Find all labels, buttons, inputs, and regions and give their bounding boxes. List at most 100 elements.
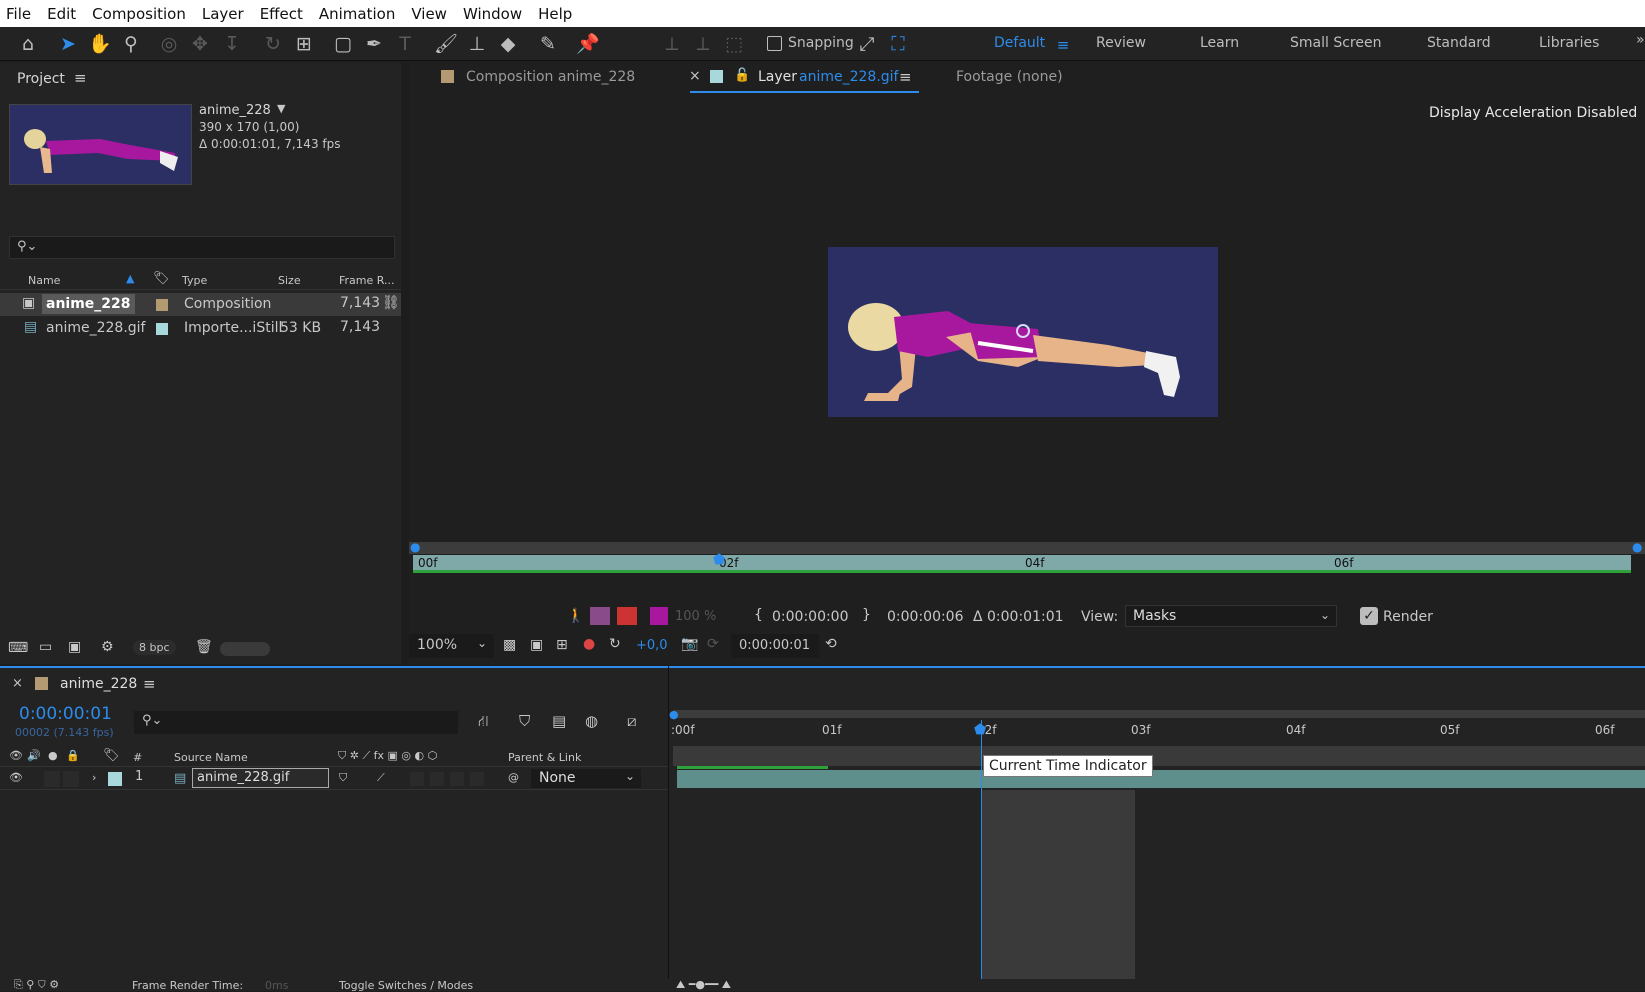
menu-view[interactable]: View xyxy=(411,5,447,23)
comp-flowchart-icon[interactable]: ⛙ xyxy=(478,712,489,732)
workspace-small-screen[interactable]: Small Screen xyxy=(1290,35,1381,51)
channels-icon[interactable]: ● xyxy=(583,636,595,652)
adjust-settings-icon[interactable]: ⚙ xyxy=(101,639,114,655)
menu-help[interactable]: Help xyxy=(538,5,572,23)
graph-editor-icon[interactable]: ⧄ xyxy=(627,712,637,730)
label-tag-icon[interactable]: 🏷 xyxy=(103,748,120,763)
render-mode-icon[interactable] xyxy=(617,607,637,625)
project-search-input[interactable]: ⚲⌄ xyxy=(9,236,395,259)
layer-preview-image[interactable] xyxy=(828,247,1218,417)
motion-blur-switch[interactable] xyxy=(450,772,464,786)
toggle-switches-modes-button[interactable]: Toggle Switches / Modes xyxy=(339,979,473,992)
timeline-search-input[interactable]: ⚲⌄ xyxy=(134,711,458,734)
row-name[interactable]: anime_228.gif xyxy=(46,320,145,336)
solo-toggle-icon[interactable]: ● xyxy=(48,749,58,762)
timeline-timecode[interactable]: 0:00:00:01 xyxy=(19,704,112,724)
zoom-out-mountain-icon[interactable]: ⛰ ━●━━ ⛰ xyxy=(676,978,731,992)
work-area-start-handle[interactable]: ● xyxy=(410,540,420,554)
tab-footage[interactable]: Footage (none) xyxy=(956,69,1063,85)
view-select[interactable]: Masks ⌄ xyxy=(1125,605,1337,627)
roto-brush-tool-icon[interactable]: ✎ xyxy=(536,32,560,56)
mask-color-swatch[interactable] xyxy=(650,607,668,625)
sort-ascending-icon[interactable]: ▲ xyxy=(126,272,134,285)
onion-skin-walk-icon[interactable]: 🚶 xyxy=(567,608,584,624)
shy-switch-icon[interactable]: ⛉ xyxy=(339,771,347,785)
work-area-end-handle[interactable]: ● xyxy=(1632,540,1642,554)
guides-icon[interactable]: ⊞ xyxy=(556,637,568,653)
column-name[interactable]: Name xyxy=(28,274,60,287)
rotation-tool-icon[interactable]: ↻ xyxy=(261,32,285,56)
menu-edit[interactable]: Edit xyxy=(47,5,76,23)
column-parent-link[interactable]: Parent & Link xyxy=(508,751,581,764)
layer-panel-menu-icon[interactable]: ≡ xyxy=(899,68,912,86)
expand-layer-icon[interactable]: › xyxy=(92,771,96,784)
project-row-footage[interactable]: ▤ anime_228.gif Importe...iStill 53 KB 7… xyxy=(0,317,401,340)
timeline-comp-tab[interactable]: anime_228 xyxy=(60,676,137,692)
project-row-composition[interactable]: ▣ anime_228 Composition 7,143 ⛓ xyxy=(0,293,401,316)
work-area-bar[interactable] xyxy=(409,542,1645,554)
snapshot-camera-icon[interactable]: 📷 xyxy=(681,636,698,652)
column-frame-rate[interactable]: Frame R... xyxy=(339,274,395,287)
clone-stamp-tool-icon[interactable]: ⊥ xyxy=(465,32,489,56)
workspace-overflow-icon[interactable]: » xyxy=(1636,32,1645,48)
label-color-swatch[interactable] xyxy=(156,299,168,311)
layer-visibility-icon[interactable]: 👁 xyxy=(9,771,23,784)
pick-whip-icon[interactable]: @ xyxy=(508,771,519,784)
preview-options-icon[interactable]: ⟲ xyxy=(825,636,837,652)
thumbnail-slider[interactable] xyxy=(220,642,270,656)
menu-animation[interactable]: Animation xyxy=(319,5,395,23)
workspace-default[interactable]: Default xyxy=(994,35,1045,51)
mask-mode-icon[interactable] xyxy=(590,607,610,625)
rectangle-tool-icon[interactable]: ▢ xyxy=(331,32,355,56)
timeline-menu-icon[interactable]: ≡ xyxy=(143,675,156,693)
anchor-point-tool-icon[interactable]: ⊞ xyxy=(292,32,316,56)
video-toggle-icon[interactable]: 👁 xyxy=(9,749,23,762)
current-time-field[interactable]: 0:00:00:01 xyxy=(731,634,819,658)
type-tool-icon[interactable]: T xyxy=(393,32,417,56)
snap-edges-icon[interactable]: ⤢ xyxy=(855,32,879,56)
menu-composition[interactable]: Composition xyxy=(92,5,186,23)
frame-blend-switch[interactable] xyxy=(430,772,444,786)
pen-tool-icon[interactable]: ✒ xyxy=(362,32,386,56)
interpret-footage-icon[interactable]: ⌨ xyxy=(8,640,28,656)
workspace-libraries[interactable]: Libraries xyxy=(1539,35,1599,51)
label-color-swatch[interactable] xyxy=(156,323,168,335)
workspace-review[interactable]: Review xyxy=(1096,35,1146,51)
trash-icon[interactable]: 🗑 xyxy=(195,639,213,655)
eraser-tool-icon[interactable]: ◆ xyxy=(496,32,520,56)
selection-tool-icon[interactable]: ➤ xyxy=(56,32,80,56)
snapping-checkbox[interactable] xyxy=(767,36,782,51)
layer-switches-toggle-icon[interactable]: ⎘ ⚲ ⛉ ⚙ xyxy=(14,978,59,992)
dolly-camera-icon[interactable]: ↧ xyxy=(220,32,244,56)
tab-layer-prefix[interactable]: Layer xyxy=(758,69,797,85)
reset-exposure-icon[interactable]: ↻ xyxy=(609,636,621,652)
layer-solo-toggle[interactable] xyxy=(44,771,60,787)
project-item-dropdown-icon[interactable]: ▼ xyxy=(277,102,285,115)
puppet-pin-tool-icon[interactable]: 📌 xyxy=(576,32,600,56)
viewer-time-indicator-icon[interactable]: ⬟ xyxy=(713,552,725,568)
new-folder-icon[interactable]: ▭ xyxy=(39,639,52,655)
axis-view-icon[interactable]: ⬚ xyxy=(722,32,746,56)
menu-window[interactable]: Window xyxy=(463,5,522,23)
brush-tool-icon[interactable]: 🖌 xyxy=(434,32,458,56)
motion-blur-icon[interactable]: ◍ xyxy=(585,712,598,730)
project-menu-icon[interactable]: ≡ xyxy=(74,69,87,87)
timeline-work-area-start[interactable]: ● xyxy=(669,708,679,721)
column-type[interactable]: Type xyxy=(182,274,207,287)
zoom-tool-icon[interactable]: ⚲ xyxy=(119,32,143,56)
draft-3d-icon[interactable]: ⛉ xyxy=(519,712,530,730)
exposure-value[interactable]: +0,0 xyxy=(636,638,668,653)
axis-local-icon[interactable]: ⟂ xyxy=(660,32,684,56)
lock-icon[interactable]: 🔓 xyxy=(734,68,750,83)
render-checkbox[interactable]: ✓ xyxy=(1360,607,1378,625)
layer-duration-bar[interactable] xyxy=(413,555,1631,571)
current-time-indicator-handle[interactable]: ⬟ xyxy=(974,722,986,738)
new-composition-icon[interactable]: ▣ xyxy=(68,639,81,655)
menu-file[interactable]: File xyxy=(6,5,31,23)
show-snapshot-icon[interactable]: ⟳ xyxy=(707,636,719,652)
menu-layer[interactable]: Layer xyxy=(202,5,244,23)
layer-row[interactable]: 👁 › 1 ▤ anime_228.gif ⛉ ⟋ @ None ⌄ xyxy=(0,768,668,790)
axis-world-icon[interactable]: ⟂ xyxy=(691,32,715,56)
column-source-name[interactable]: Source Name xyxy=(174,751,248,764)
column-size[interactable]: Size xyxy=(278,274,301,287)
